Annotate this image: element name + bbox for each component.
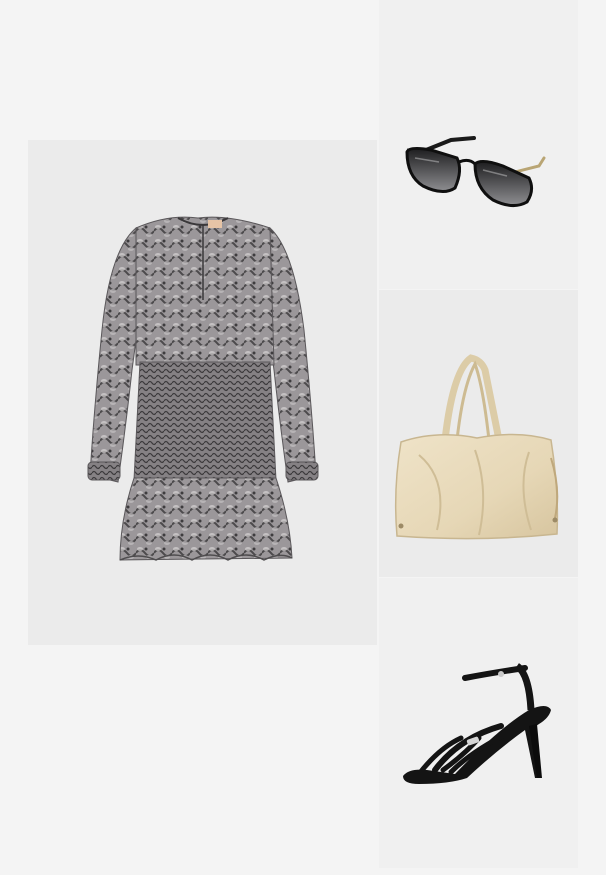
sunglasses-product-tile[interactable] — [379, 0, 578, 289]
cat-eye-sunglasses-image — [405, 136, 546, 207]
cream-tote-bag-image — [394, 354, 559, 540]
strappy-black-heels-image — [403, 663, 551, 784]
heels-product-tile[interactable] — [379, 578, 578, 868]
dress-product-tile[interactable] — [28, 140, 377, 645]
snake-print-dress-image — [87, 216, 319, 561]
tote-bag-product-tile[interactable] — [379, 290, 578, 577]
